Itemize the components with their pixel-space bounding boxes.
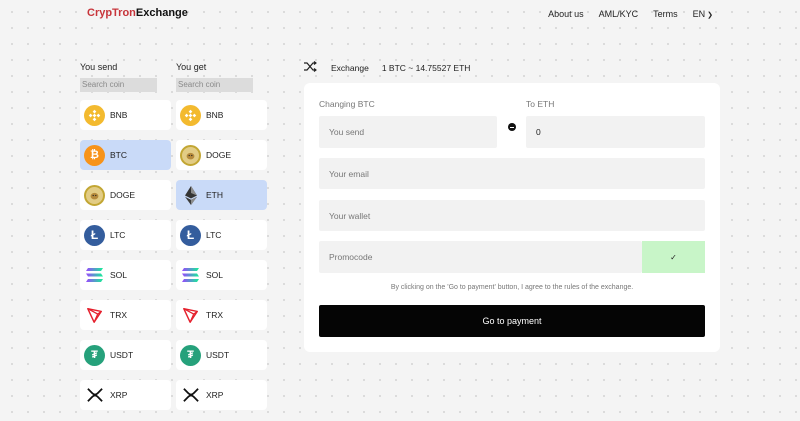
coin-label: USDT [110, 350, 134, 360]
get-amount-input[interactable]: 0 [526, 116, 705, 148]
check-icon: ✓ [670, 252, 677, 262]
send-coin-usdt[interactable]: ₮ USDT [80, 340, 171, 370]
get-column: You get BNB DOGE ETH Ł LTC SOL TRX ₮ USD [176, 62, 267, 420]
send-coin-bnb[interactable]: BNB [80, 100, 171, 130]
bnb-icon [180, 104, 201, 126]
coin-label: ETH [206, 190, 223, 200]
logo[interactable]: CrypTronExchange [87, 7, 188, 19]
get-coin-doge[interactable]: DOGE [176, 140, 267, 170]
get-coin-sol[interactable]: SOL [176, 260, 267, 290]
coin-label: SOL [206, 270, 224, 280]
exchange-rate-row: Exchange 1 BTC ~ 14.75527 ETH [304, 61, 470, 74]
send-label: You send [80, 62, 118, 72]
language-label: EN [692, 9, 706, 19]
get-coin-usdt[interactable]: ₮ USDT [176, 340, 267, 370]
bnb-icon [84, 104, 105, 126]
send-column: You send BNB ₿ BTC DOGE Ł LTC SOL TRX ₮ … [80, 62, 171, 420]
go-to-payment-button[interactable]: Go to payment [319, 305, 705, 337]
logo-part-1: CrypTron [87, 7, 136, 19]
coin-label: DOGE [110, 190, 136, 200]
agreement-text: By clicking on the 'Go to payment' butto… [390, 284, 634, 291]
promocode-field[interactable]: Promocode [319, 241, 642, 273]
get-coin-trx[interactable]: TRX [176, 300, 267, 330]
shuffle-icon[interactable] [304, 61, 317, 74]
ltc-icon: Ł [84, 224, 105, 246]
sol-icon [180, 265, 201, 286]
chevron-down-icon: ❯ [707, 12, 713, 19]
get-amount-value: 0 [536, 127, 541, 137]
send-coin-ltc[interactable]: Ł LTC [80, 220, 171, 250]
arrow-right-icon [508, 123, 516, 131]
send-coin-trx[interactable]: TRX [80, 300, 171, 330]
wallet-field[interactable]: Your wallet [319, 200, 705, 231]
xrp-icon [180, 385, 201, 406]
send-coin-list: BNB ₿ BTC DOGE Ł LTC SOL TRX ₮ USDT XRP [80, 100, 171, 410]
send-search-input[interactable] [80, 77, 157, 92]
to-label: To ETH [526, 99, 555, 109]
coin-label: BTC [110, 150, 127, 160]
get-search-input[interactable] [176, 77, 253, 92]
get-label: You get [176, 62, 207, 72]
trx-icon [84, 305, 105, 326]
coin-label: LTC [110, 230, 126, 240]
get-coin-list: BNB DOGE ETH Ł LTC SOL TRX ₮ USDT XRP [176, 100, 267, 410]
trx-icon [180, 305, 201, 326]
exchange-label: Exchange [331, 62, 369, 73]
nav-about-us[interactable]: About us [548, 9, 584, 19]
coin-label: XRP [110, 390, 128, 400]
coin-label: SOL [110, 270, 128, 280]
coin-label: BNB [110, 110, 128, 120]
xrp-icon [84, 385, 105, 406]
get-coin-ltc[interactable]: Ł LTC [176, 220, 267, 250]
sol-icon [84, 265, 105, 286]
doge-icon [180, 144, 201, 166]
exchange-rate: 1 BTC ~ 14.75527 ETH [381, 62, 471, 73]
btc-icon: ₿ [84, 144, 105, 166]
send-amount-placeholder: You send [329, 127, 365, 137]
coin-label: TRX [206, 310, 223, 320]
email-placeholder: Your email [329, 168, 369, 179]
email-field[interactable]: Your email [319, 158, 705, 189]
logo-part-2: Exchange [135, 7, 188, 19]
changing-label: Changing BTC [319, 99, 375, 109]
coin-label: TRX [110, 310, 127, 320]
promocode-placeholder: Promocode [329, 252, 373, 262]
top-nav: About us AML/KYC Terms EN ❯ [548, 9, 713, 19]
send-amount-input[interactable]: You send [319, 116, 497, 148]
doge-icon [84, 184, 105, 206]
language-selector[interactable]: EN ❯ [693, 9, 713, 19]
usdt-icon: ₮ [84, 344, 105, 366]
coin-label: LTC [206, 230, 222, 240]
send-coin-doge[interactable]: DOGE [80, 180, 171, 210]
coin-label: XRP [206, 390, 224, 400]
exchange-form: Changing BTC To ETH You send 0 Your emai… [304, 83, 720, 352]
get-coin-xrp[interactable]: XRP [176, 380, 267, 410]
nav-terms[interactable]: Terms [653, 9, 678, 19]
coin-label: DOGE [206, 150, 232, 160]
wallet-placeholder: Your wallet [329, 210, 371, 221]
get-coin-eth[interactable]: ETH [176, 180, 267, 210]
apply-promocode-button[interactable]: ✓ [642, 241, 705, 273]
send-coin-btc[interactable]: ₿ BTC [80, 140, 171, 170]
nav-aml-kyc[interactable]: AML/KYC [599, 9, 639, 19]
coin-label: BNB [206, 110, 224, 120]
coin-label: USDT [206, 350, 230, 360]
send-coin-xrp[interactable]: XRP [80, 380, 171, 410]
ltc-icon: Ł [180, 224, 201, 246]
get-coin-bnb[interactable]: BNB [176, 100, 267, 130]
usdt-icon: ₮ [180, 344, 201, 366]
eth-icon [180, 185, 201, 206]
send-coin-sol[interactable]: SOL [80, 260, 171, 290]
